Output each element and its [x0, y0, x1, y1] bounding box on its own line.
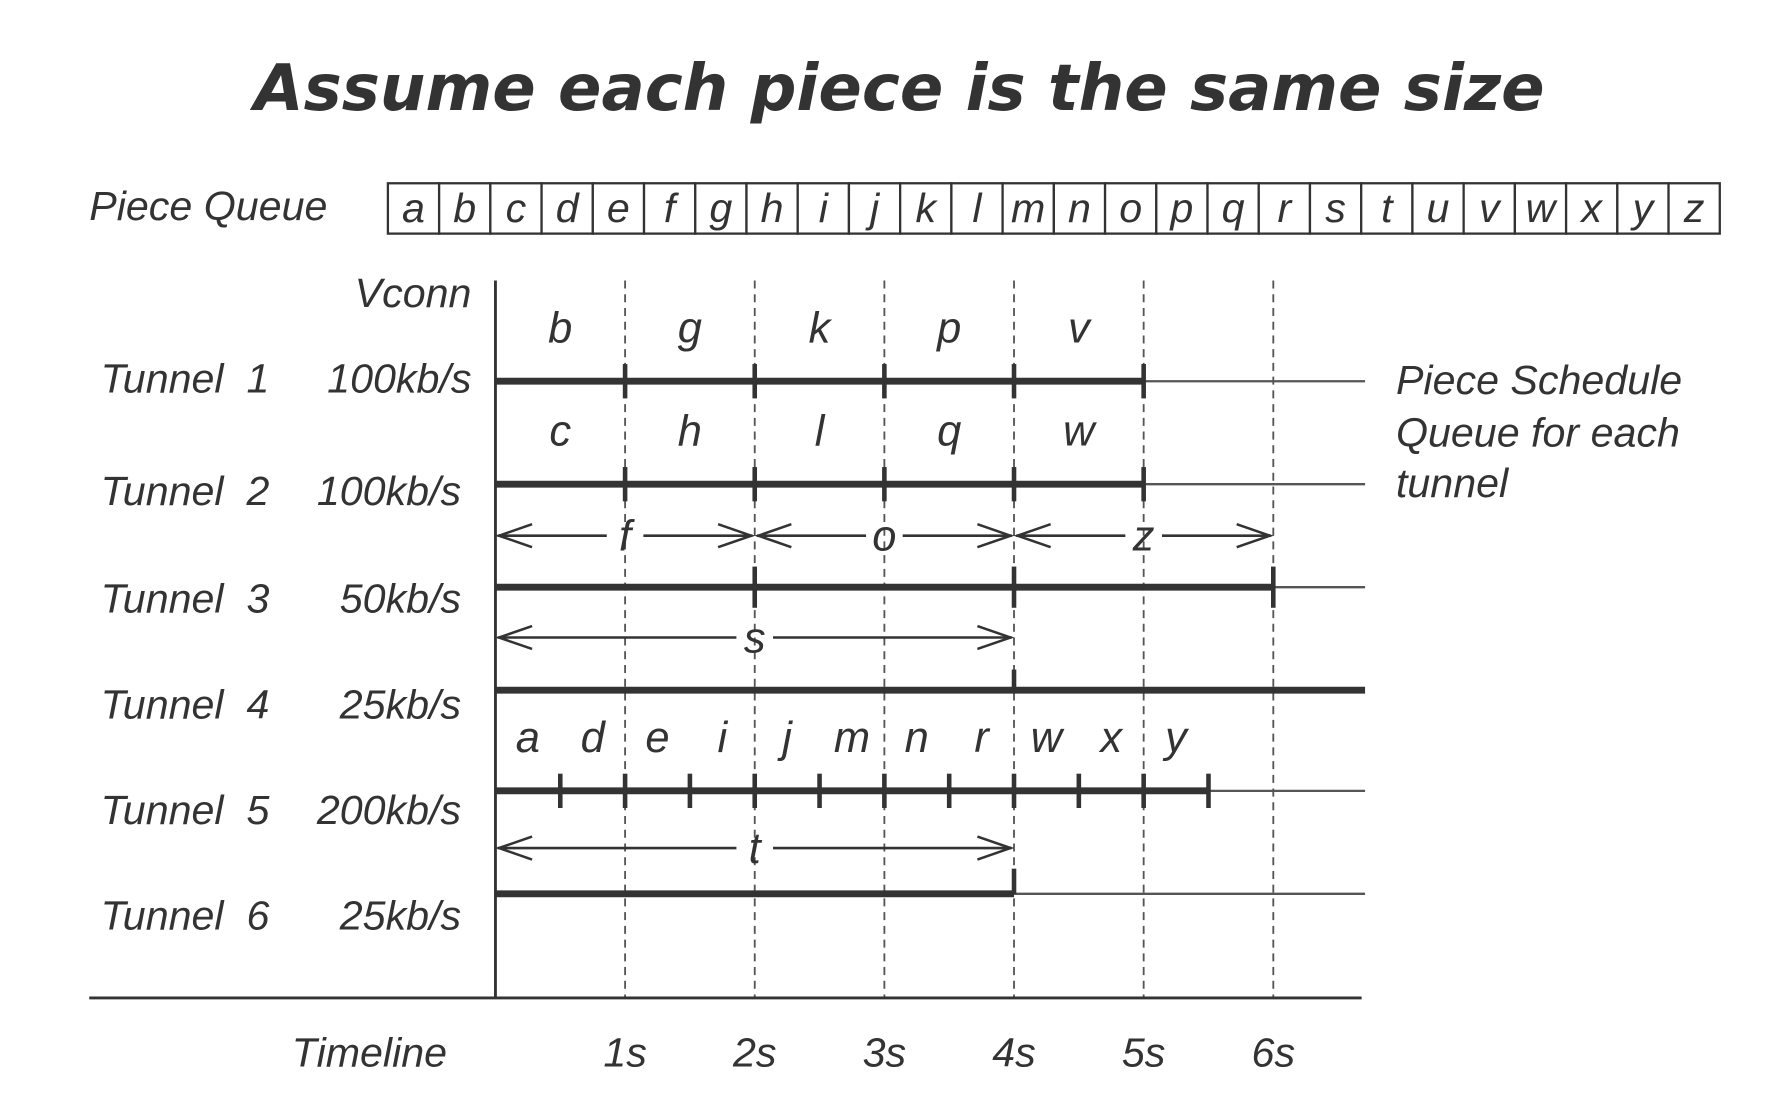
side-note-line-2: Queue for each — [1396, 409, 1680, 455]
vconn-label: Vconn — [355, 270, 472, 316]
tunnel-5: Tunnel 5 200kb/s a d e i j m n r w x y — [101, 714, 1366, 833]
piece-label: y — [1162, 714, 1189, 762]
tunnel-6: Tunnel 6 25kb/s t — [101, 825, 1366, 938]
piece-label: h — [678, 407, 702, 455]
queue-piece: m — [1011, 185, 1045, 231]
tunnel-name: Tunnel 1 — [101, 356, 270, 402]
piece-span-arrow: t — [495, 825, 1015, 873]
piece-span-arrow: z — [1013, 513, 1274, 561]
queue-piece: g — [709, 185, 732, 231]
side-note-line-3: tunnel — [1396, 460, 1510, 506]
piece-label: m — [834, 714, 870, 762]
piece-queue: abcdefghijklmnopqrstuvwxyz — [386, 182, 1721, 235]
piece-label: c — [549, 407, 571, 455]
piece-label: k — [809, 304, 833, 352]
piece-span-arrow: o — [754, 513, 1015, 561]
tunnel-name: Tunnel 4 — [101, 682, 270, 728]
tunnel-name: Tunnel 6 — [101, 892, 270, 938]
tunnel-rate: 25kb/s — [339, 682, 461, 728]
queue-piece: b — [453, 185, 476, 231]
queue-piece: t — [1381, 185, 1394, 231]
piece-label: b — [548, 304, 572, 352]
queue-piece: z — [1683, 185, 1705, 231]
tunnel-rate: 200kb/s — [316, 787, 461, 833]
tunnel-name: Tunnel 5 — [101, 787, 270, 833]
queue-piece: p — [1168, 185, 1193, 231]
queue-piece: h — [761, 185, 784, 231]
piece-label: v — [1068, 304, 1092, 352]
queue-piece: a — [402, 185, 425, 231]
queue-piece: d — [556, 185, 580, 231]
title: Assume each piece is the same size — [249, 52, 1545, 126]
timeline-tick-labels: 1s 2s 3s 4s 5s 6s — [603, 1030, 1295, 1076]
piece-label: d — [581, 714, 607, 762]
tunnel-1: Tunnel 1 100kb/s b g k p v — [101, 304, 1366, 402]
piece-label: z — [1132, 513, 1155, 561]
timeline-tick-label: 1s — [603, 1030, 647, 1076]
tunnel-rate: 50kb/s — [340, 575, 461, 621]
piece-span-arrow: f — [495, 513, 756, 561]
piece-label: n — [905, 714, 929, 762]
piece-label: q — [937, 407, 961, 455]
piece-label: w — [1063, 407, 1097, 455]
piece-label: e — [645, 714, 669, 762]
piece-label: j — [777, 714, 793, 762]
piece-label: i — [717, 714, 728, 762]
queue-piece: w — [1526, 185, 1558, 231]
timeline-tick-label: 3s — [863, 1030, 907, 1076]
piece-label: x — [1098, 714, 1124, 762]
piece-schedule-diagram: Assume each piece is the same size Piece… — [89, 52, 1721, 1076]
piece-label: s — [744, 614, 766, 662]
queue-piece: c — [506, 185, 527, 231]
timeline-tick-label: 2s — [732, 1030, 777, 1076]
piece-label: r — [974, 714, 990, 762]
queue-piece: o — [1119, 185, 1142, 231]
queue-piece: x — [1579, 185, 1603, 231]
timeline-label: Timeline — [292, 1030, 447, 1076]
time-gridlines — [624, 280, 1275, 998]
piece-label: g — [678, 304, 702, 352]
timeline-tick-label: 4s — [992, 1030, 1036, 1076]
side-note-line-1: Piece Schedule — [1396, 357, 1682, 403]
tunnel-4: Tunnel 4 25kb/s s — [101, 614, 1366, 728]
queue-piece: e — [607, 185, 630, 231]
tunnel-name: Tunnel 2 — [101, 468, 270, 514]
piece-label: a — [516, 714, 540, 762]
queue-piece: v — [1479, 185, 1502, 231]
queue-piece: r — [1277, 185, 1293, 231]
tunnel-rate: 100kb/s — [317, 468, 461, 514]
piece-span-arrow: s — [495, 614, 1015, 662]
timeline-tick-label: 6s — [1252, 1030, 1296, 1076]
tunnel-name: Tunnel 3 — [101, 575, 270, 621]
queue-piece: y — [1630, 185, 1656, 231]
tunnels: Tunnel 1 100kb/s b g k p v Tunnel 2 100kb/s c h l q w… — [101, 304, 1366, 938]
piece-queue-label: Piece Queue — [89, 183, 327, 229]
queue-piece: q — [1222, 185, 1245, 231]
tunnel-3: Tunnel 3 50kb/s f o z — [101, 513, 1366, 621]
piece-label: l — [815, 407, 826, 455]
queue-piece: u — [1427, 185, 1450, 231]
piece-label: t — [749, 825, 763, 873]
piece-label: f — [619, 513, 635, 561]
queue-piece: n — [1068, 185, 1091, 231]
piece-label: p — [935, 304, 961, 352]
tunnel-rate: 100kb/s — [327, 356, 471, 402]
tunnel-2: Tunnel 2 100kb/s c h l q w — [101, 407, 1366, 514]
queue-piece: k — [915, 185, 938, 231]
tunnel-rate: 25kb/s — [339, 892, 461, 938]
queue-piece: s — [1325, 185, 1346, 231]
timeline-tick-label: 5s — [1122, 1030, 1166, 1076]
piece-label: o — [872, 513, 896, 561]
piece-label: w — [1031, 714, 1065, 762]
